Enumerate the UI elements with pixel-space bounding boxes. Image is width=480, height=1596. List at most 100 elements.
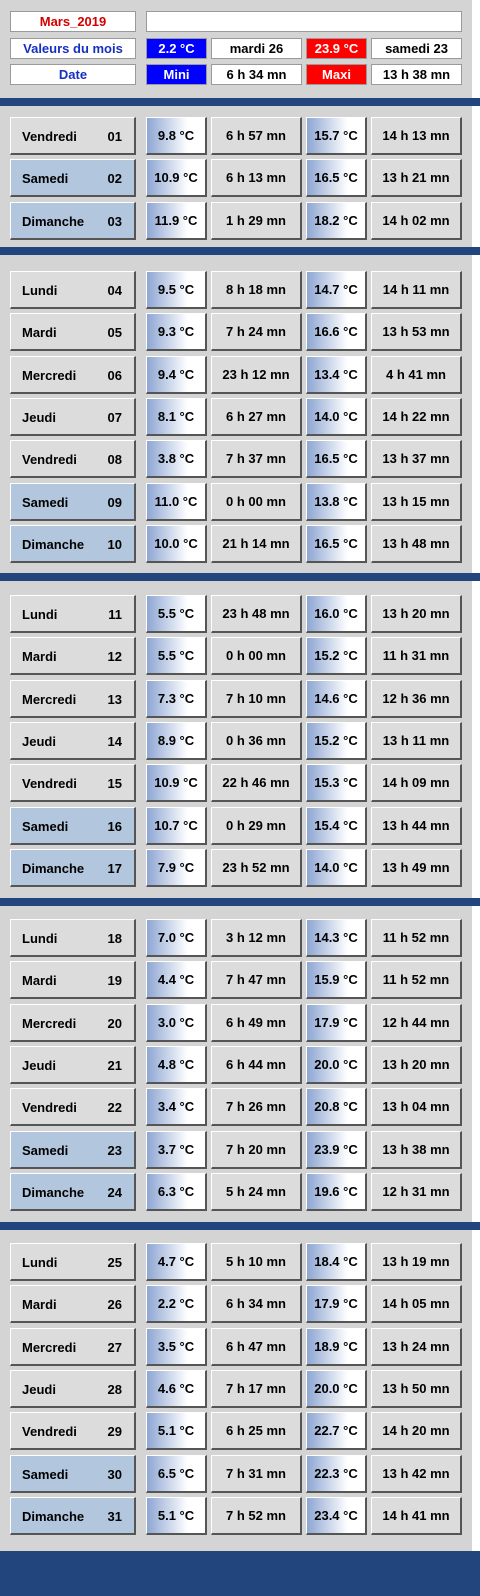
max-temperature: 22.3 °C bbox=[306, 1455, 367, 1493]
day-name: Vendredi bbox=[22, 1424, 77, 1439]
day-name: Lundi bbox=[22, 931, 58, 946]
max-time: 11 h 52 mn bbox=[371, 961, 462, 999]
min-temperature: 3.7 °C bbox=[146, 1131, 207, 1169]
day-name: Jeudi bbox=[22, 410, 56, 425]
month-max-value: 23.9 °C bbox=[306, 38, 367, 59]
max-temperature: 19.6 °C bbox=[306, 1173, 367, 1211]
min-time: 3 h 12 mn bbox=[211, 919, 302, 957]
day-cell: Mercredi 06 bbox=[10, 356, 136, 394]
min-time: 23 h 48 mn bbox=[211, 595, 302, 633]
max-time: 14 h 20 mn bbox=[371, 1412, 462, 1450]
day-cell: Lundi 11 bbox=[10, 595, 136, 633]
week-separator-band bbox=[0, 98, 480, 106]
day-number: 23 bbox=[107, 1143, 122, 1158]
min-time: 7 h 24 mn bbox=[211, 313, 302, 351]
max-time: 14 h 02 mn bbox=[371, 202, 462, 240]
month-max-time: 13 h 38 mn bbox=[371, 64, 462, 85]
week-separator-band bbox=[0, 247, 480, 255]
max-time: 14 h 41 mn bbox=[371, 1497, 462, 1535]
max-time: 13 h 11 mn bbox=[371, 722, 462, 760]
day-row: Samedi 09 11.0 °C 0 h 00 mn 13.8 °C 13 h 15 m… bbox=[0, 483, 472, 521]
day-name: Samedi bbox=[22, 171, 69, 186]
max-temperature: 15.3 °C bbox=[306, 764, 367, 802]
day-row: Lundi 25 4.7 °C 5 h 10 mn 18.4 °C 13 h 19 mn bbox=[0, 1243, 472, 1281]
min-time: 7 h 52 mn bbox=[211, 1497, 302, 1535]
max-temperature: 23.9 °C bbox=[306, 1131, 367, 1169]
day-cell: Vendredi 15 bbox=[10, 764, 136, 802]
min-temperature: 3.4 °C bbox=[146, 1088, 207, 1126]
day-number: 10 bbox=[107, 537, 122, 552]
day-number: 18 bbox=[107, 931, 122, 946]
max-temperature: 16.6 °C bbox=[306, 313, 367, 351]
min-time: 22 h 46 mn bbox=[211, 764, 302, 802]
day-name: Dimanche bbox=[22, 1185, 85, 1200]
day-cell: Samedi 09 bbox=[10, 483, 136, 521]
day-row: Vendredi 22 3.4 °C 7 h 26 mn 20.8 °C 13 h 04 … bbox=[0, 1088, 472, 1126]
min-time: 6 h 34 mn bbox=[211, 1285, 302, 1323]
max-time: 13 h 21 mn bbox=[371, 159, 462, 197]
min-time: 5 h 10 mn bbox=[211, 1243, 302, 1281]
day-cell: Vendredi 01 bbox=[10, 117, 136, 155]
week-panel: Lundi 11 5.5 °C 23 h 48 mn 16.0 °C 13 h 20 mn… bbox=[0, 581, 472, 898]
day-row: Dimanche 31 5.1 °C 7 h 52 mn 23.4 °C 14 h 41 … bbox=[0, 1497, 472, 1535]
min-temperature: 11.0 °C bbox=[146, 483, 207, 521]
day-name: Vendredi bbox=[22, 776, 77, 791]
max-time: 13 h 15 mn bbox=[371, 483, 462, 521]
month-max-date: samedi 23 bbox=[371, 38, 462, 59]
max-temperature: 16.5 °C bbox=[306, 525, 367, 563]
day-row: Vendredi 01 9.8 °C 6 h 57 mn 15.7 °C 14 h 13 … bbox=[0, 117, 472, 155]
day-name: Jeudi bbox=[22, 1058, 56, 1073]
min-temperature: 8.1 °C bbox=[146, 398, 207, 436]
day-name: Mercredi bbox=[22, 1016, 77, 1031]
day-number: 29 bbox=[107, 1424, 122, 1439]
day-row: Vendredi 29 5.1 °C 6 h 25 mn 22.7 °C 14 h 20 … bbox=[0, 1412, 472, 1450]
day-cell: Mardi 12 bbox=[10, 637, 136, 675]
day-name: Vendredi bbox=[22, 1100, 77, 1115]
max-temperature: 14.7 °C bbox=[306, 271, 367, 309]
min-time: 0 h 00 mn bbox=[211, 483, 302, 521]
min-temperature: 6.5 °C bbox=[146, 1455, 207, 1493]
day-row: Dimanche 10 10.0 °C 21 h 14 mn 16.5 °C 13 h 4… bbox=[0, 525, 472, 563]
day-number: 05 bbox=[107, 325, 122, 340]
max-temperature: 14.0 °C bbox=[306, 849, 367, 887]
day-name: Jeudi bbox=[22, 734, 56, 749]
day-row: Jeudi 14 8.9 °C 0 h 36 mn 15.2 °C 13 h 11 mn bbox=[0, 722, 472, 760]
min-temperature: 5.1 °C bbox=[146, 1412, 207, 1450]
day-number: 16 bbox=[107, 819, 122, 834]
max-time: 13 h 04 mn bbox=[371, 1088, 462, 1126]
day-number: 08 bbox=[107, 452, 122, 467]
week-panel: Lundi 25 4.7 °C 5 h 10 mn 18.4 °C 13 h 19 mn M… bbox=[0, 1230, 472, 1551]
week-panel: Lundi 04 9.5 °C 8 h 18 mn 14.7 °C 14 h 11 mn M… bbox=[0, 255, 472, 573]
max-time: 13 h 49 mn bbox=[371, 849, 462, 887]
day-cell: Dimanche 10 bbox=[10, 525, 136, 563]
min-temperature: 2.2 °C bbox=[146, 1285, 207, 1323]
max-temperature: 14.3 °C bbox=[306, 919, 367, 957]
max-temperature: 14.0 °C bbox=[306, 398, 367, 436]
maxi-label: Maxi bbox=[306, 64, 367, 85]
day-row: Lundi 04 9.5 °C 8 h 18 mn 14.7 °C 14 h 11 mn bbox=[0, 271, 472, 309]
day-row: Mercredi 13 7.3 °C 7 h 10 mn 14.6 °C 12 h 36 … bbox=[0, 680, 472, 718]
day-row: Vendredi 15 10.9 °C 22 h 46 mn 15.3 °C 14 h 0… bbox=[0, 764, 472, 802]
day-number: 13 bbox=[107, 692, 122, 707]
max-temperature: 16.5 °C bbox=[306, 159, 367, 197]
max-time: 13 h 44 mn bbox=[371, 807, 462, 845]
day-row: Samedi 02 10.9 °C 6 h 13 mn 16.5 °C 13 h 21 m… bbox=[0, 159, 472, 197]
day-cell: Mardi 26 bbox=[10, 1285, 136, 1323]
max-time: 14 h 05 mn bbox=[371, 1285, 462, 1323]
day-cell: Dimanche 17 bbox=[10, 849, 136, 887]
day-name: Dimanche bbox=[22, 214, 85, 229]
day-number: 17 bbox=[107, 861, 122, 876]
min-temperature: 5.5 °C bbox=[146, 637, 207, 675]
min-temperature: 3.0 °C bbox=[146, 1004, 207, 1042]
day-row: Dimanche 17 7.9 °C 23 h 52 mn 14.0 °C 13 h 49… bbox=[0, 849, 472, 887]
day-cell: Mercredi 13 bbox=[10, 680, 136, 718]
day-number: 06 bbox=[107, 368, 122, 383]
min-temperature: 5.5 °C bbox=[146, 595, 207, 633]
day-name: Mercredi bbox=[22, 692, 77, 707]
min-temperature: 3.8 °C bbox=[146, 440, 207, 478]
day-row: Dimanche 24 6.3 °C 5 h 24 mn 19.6 °C 12 h 31 … bbox=[0, 1173, 472, 1211]
day-cell: Jeudi 14 bbox=[10, 722, 136, 760]
day-cell: Mardi 19 bbox=[10, 961, 136, 999]
day-number: 26 bbox=[107, 1297, 122, 1312]
min-time: 23 h 52 mn bbox=[211, 849, 302, 887]
